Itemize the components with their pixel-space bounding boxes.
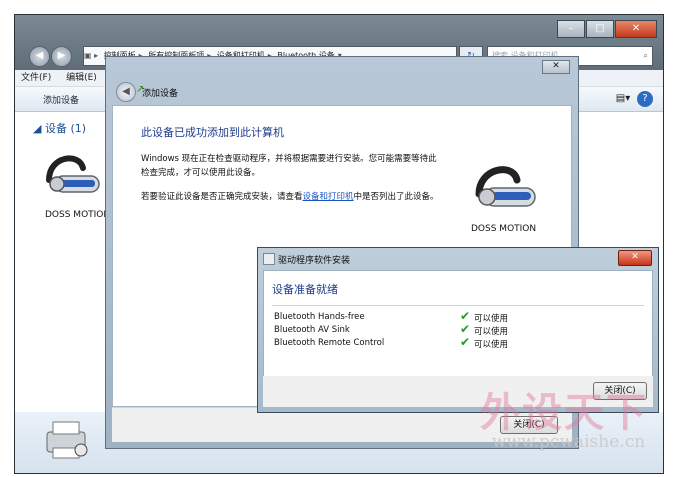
close-icon[interactable]: ✕ [542, 60, 570, 74]
maximize-button[interactable]: □ [586, 20, 614, 38]
checkmark-icon: ✔ [460, 322, 471, 336]
ready-heading: 设备准备就绪 [272, 283, 338, 296]
driver-name: Bluetooth AV Sink [274, 325, 350, 335]
minimize-button[interactable]: – [557, 20, 585, 38]
close-icon[interactable]: ✕ [618, 250, 652, 266]
driver-row: Bluetooth AV Sink ✔ 可以使用 [274, 322, 644, 337]
add-device-toolbar-button[interactable]: 添加设备 [43, 93, 79, 106]
menu-file[interactable]: 文件(F) [15, 70, 57, 86]
devices-printers-link[interactable]: 设备和打印机 [303, 192, 354, 202]
device-label: DOSS MOTION [471, 224, 537, 234]
driver-status: 可以使用 [474, 340, 509, 350]
menu-edit[interactable]: 编辑(E) [60, 70, 103, 86]
headset-icon[interactable] [41, 150, 101, 206]
info-paragraph: Windows 现在正在检查驱动程序，并将根据需要进行安装。您可能需要等待此检查… [141, 154, 437, 178]
driver-status: 可以使用 [474, 314, 509, 324]
printer-icon [46, 421, 88, 459]
checkmark-icon: ✔ [460, 335, 471, 349]
divider [272, 305, 644, 306]
back-arrow-icon[interactable]: ◀ [29, 46, 50, 67]
driver-name: Bluetooth Remote Control [274, 338, 385, 348]
verify-paragraph: 若要验证此设备是否正确完成安装，请查看设备和打印机中是否列出了此设备。 [141, 192, 439, 202]
dialog-title: 驱动程序软件安装 [278, 256, 351, 266]
window-controls: – □ ✕ [557, 20, 657, 38]
view-options-icon[interactable]: ▤▾ [615, 91, 631, 107]
driver-status: 可以使用 [474, 327, 509, 337]
success-heading: 此设备已成功添加到此计算机 [141, 126, 284, 139]
watermark-text: 外设天下 [480, 389, 648, 436]
help-icon[interactable]: ? [637, 91, 653, 107]
close-button[interactable]: ✕ [615, 20, 657, 38]
back-arrow-icon[interactable]: ◀ [116, 82, 136, 102]
dialog-header: ◀ ↗ 添加设备 [112, 79, 572, 105]
driver-row: Bluetooth Hands-free ✔ 可以使用 [274, 309, 644, 324]
device-label: DOSS MOTION [45, 210, 111, 220]
watermark-url: www.pcwaishe.cn [492, 432, 646, 452]
driver-status-pane: 设备准备就绪 Bluetooth Hands-free ✔ 可以使用 Bluet… [263, 270, 653, 378]
driver-name: Bluetooth Hands-free [274, 312, 365, 322]
checkmark-icon: ✔ [460, 309, 471, 323]
search-icon: ⌕ [643, 51, 648, 60]
headset-icon [475, 166, 536, 207]
installer-icon [263, 253, 275, 265]
computer-icon: ▣ ▸ [84, 51, 99, 60]
device-group-header[interactable]: ◢ 设备 (1) [33, 120, 86, 136]
toolbar-right: ▤▾ ? [615, 91, 653, 107]
forward-arrow-icon[interactable]: ▶ [51, 46, 72, 67]
dialog-title: 添加设备 [142, 89, 179, 99]
driver-row: Bluetooth Remote Control ✔ 可以使用 [274, 335, 644, 350]
